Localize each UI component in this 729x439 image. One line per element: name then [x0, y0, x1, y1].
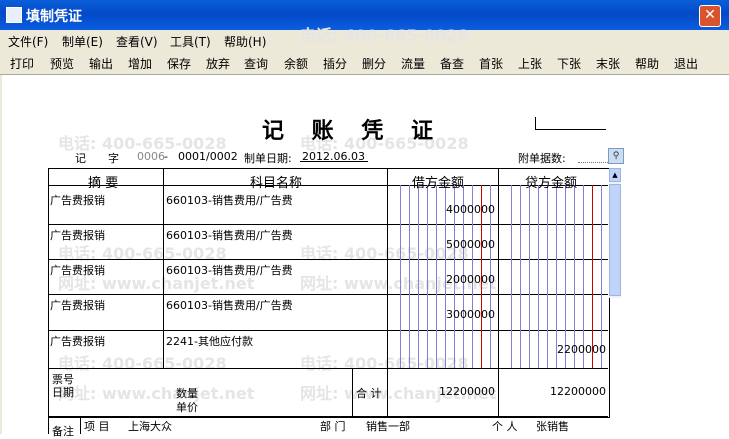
- voucher-type[interactable]: 记: [75, 150, 86, 166]
- toolbar-exit-button[interactable]: 退出: [674, 55, 698, 72]
- toolbar-add-button[interactable]: 增加: [128, 55, 152, 72]
- grid-divider: [498, 168, 499, 416]
- toolbar-next-button[interactable]: 下张: [557, 55, 581, 72]
- total-credit: 12200000: [550, 385, 606, 398]
- entry-debit-amount[interactable]: 3000000: [405, 308, 495, 321]
- attach-mark: [535, 117, 606, 130]
- project-value[interactable]: 上海大众: [128, 418, 172, 434]
- entry-debit-amount[interactable]: 5000000: [405, 238, 495, 251]
- toolbar-save-button[interactable]: 保存: [167, 55, 191, 72]
- entry-account[interactable]: 660103-销售费用/广告费: [166, 192, 293, 208]
- menu-file[interactable]: 文件(F): [8, 33, 48, 50]
- toolbar-first-button[interactable]: 首张: [479, 55, 503, 72]
- vertical-scrollbar[interactable]: ▲: [609, 168, 621, 298]
- toolbar-discard-button[interactable]: 放弃: [206, 55, 230, 72]
- toolbar-query-button[interactable]: 查询: [244, 55, 268, 72]
- toolbar-print-button[interactable]: 打印: [10, 55, 34, 72]
- entry-summary[interactable]: 广告费报销: [50, 262, 105, 278]
- grid-row-line: [48, 330, 608, 331]
- voucher-number-dash: -: [164, 150, 168, 163]
- grid-row-line: [48, 294, 608, 295]
- grid-row-line: [48, 259, 608, 260]
- person-label: 个 人: [492, 420, 518, 433]
- grid-row-line: [48, 224, 608, 225]
- voucher-zi-label: 字: [108, 152, 119, 165]
- attach-label: 附单据数:: [518, 152, 566, 165]
- toolbar-cashflow-button[interactable]: 流量: [401, 55, 425, 72]
- entry-debit-amount[interactable]: 4000000: [405, 203, 495, 216]
- entry-debit-amount[interactable]: 2000000: [405, 273, 495, 286]
- total-label: 合 计: [356, 387, 382, 400]
- grid-divider: [352, 368, 353, 416]
- entry-summary[interactable]: 广告费报销: [50, 333, 105, 349]
- department-label: 部 门: [320, 420, 346, 433]
- entry-account[interactable]: 660103-销售费用/广告费: [166, 262, 293, 278]
- voucher-sub-number: 0001/0002: [178, 150, 238, 163]
- grid-divider: [163, 168, 164, 368]
- entry-summary[interactable]: 广告费报销: [50, 227, 105, 243]
- person-value[interactable]: 张销售: [536, 418, 569, 434]
- bill-date-label: 日期: [52, 386, 74, 399]
- grid-divider: [387, 168, 388, 416]
- grid-row-line: [48, 416, 608, 417]
- column-header-credit: 贷方金额: [525, 176, 578, 191]
- department-value[interactable]: 销售一部: [366, 418, 410, 434]
- entry-summary[interactable]: 广告费报销: [50, 297, 105, 313]
- menu-voucher[interactable]: 制单(E): [62, 33, 103, 50]
- menu-view[interactable]: 查看(V): [116, 33, 158, 50]
- voucher-grid: [48, 168, 610, 418]
- date-underline: [300, 161, 368, 162]
- grid-row-line: [48, 185, 608, 186]
- notes-label: 备注: [52, 425, 74, 438]
- entry-credit-amount[interactable]: 2200000: [516, 343, 606, 356]
- notes-divider: [48, 416, 49, 434]
- toolbar: 打印 预览 输出 增加 保存 放弃 查询 余额 插分 删分 流量 备查 首张 上…: [0, 50, 729, 75]
- toolbar-help-button[interactable]: 帮助: [635, 55, 659, 72]
- menu-bar: 文件(F) 制单(E) 查看(V) 工具(T) 帮助(H): [0, 30, 729, 50]
- toolbar-export-button[interactable]: 输出: [89, 55, 113, 72]
- entry-account[interactable]: 2241-其他应付款: [166, 333, 253, 349]
- project-label: 项 目: [84, 420, 110, 433]
- toolbar-last-button[interactable]: 末张: [596, 55, 620, 72]
- voucher-heading: 记 账 凭 证: [262, 118, 443, 144]
- window-title: 填制凭证: [26, 9, 82, 25]
- entry-account[interactable]: 660103-销售费用/广告费: [166, 227, 293, 243]
- search-icon[interactable]: ⚲: [608, 148, 624, 164]
- grid-row-line: [48, 368, 608, 369]
- column-header-account: 科目名称: [250, 176, 303, 191]
- toolbar-prev-button[interactable]: 上张: [518, 55, 542, 72]
- close-button[interactable]: ✕: [699, 5, 721, 27]
- voucher-number[interactable]: 0006: [137, 150, 165, 163]
- toolbar-balance-button[interactable]: 余额: [284, 55, 308, 72]
- app-icon: [6, 7, 22, 23]
- toolbar-delete-entry-button[interactable]: 删分: [362, 55, 386, 72]
- column-header-summary: 摘 要: [88, 176, 119, 191]
- title-bar: 填制凭证 ✕: [0, 0, 729, 30]
- menu-help[interactable]: 帮助(H): [224, 33, 266, 50]
- attach-count-input[interactable]: [578, 148, 608, 163]
- toolbar-insert-entry-button[interactable]: 插分: [323, 55, 347, 72]
- toolbar-preview-button[interactable]: 预览: [50, 55, 74, 72]
- unit-price-label: 单价: [176, 401, 198, 414]
- total-debit: 12200000: [439, 385, 495, 398]
- toolbar-reference-button[interactable]: 备查: [440, 55, 464, 72]
- entry-account[interactable]: 660103-销售费用/广告费: [166, 297, 293, 313]
- menu-tools[interactable]: 工具(T): [170, 33, 211, 50]
- column-header-debit: 借方金额: [412, 176, 465, 191]
- scroll-thumb[interactable]: [609, 184, 621, 296]
- notes-divider: [80, 416, 81, 434]
- entry-summary[interactable]: 广告费报销: [50, 192, 105, 208]
- date-label: 制单日期:: [244, 152, 292, 165]
- scroll-up-icon[interactable]: ▲: [609, 168, 621, 182]
